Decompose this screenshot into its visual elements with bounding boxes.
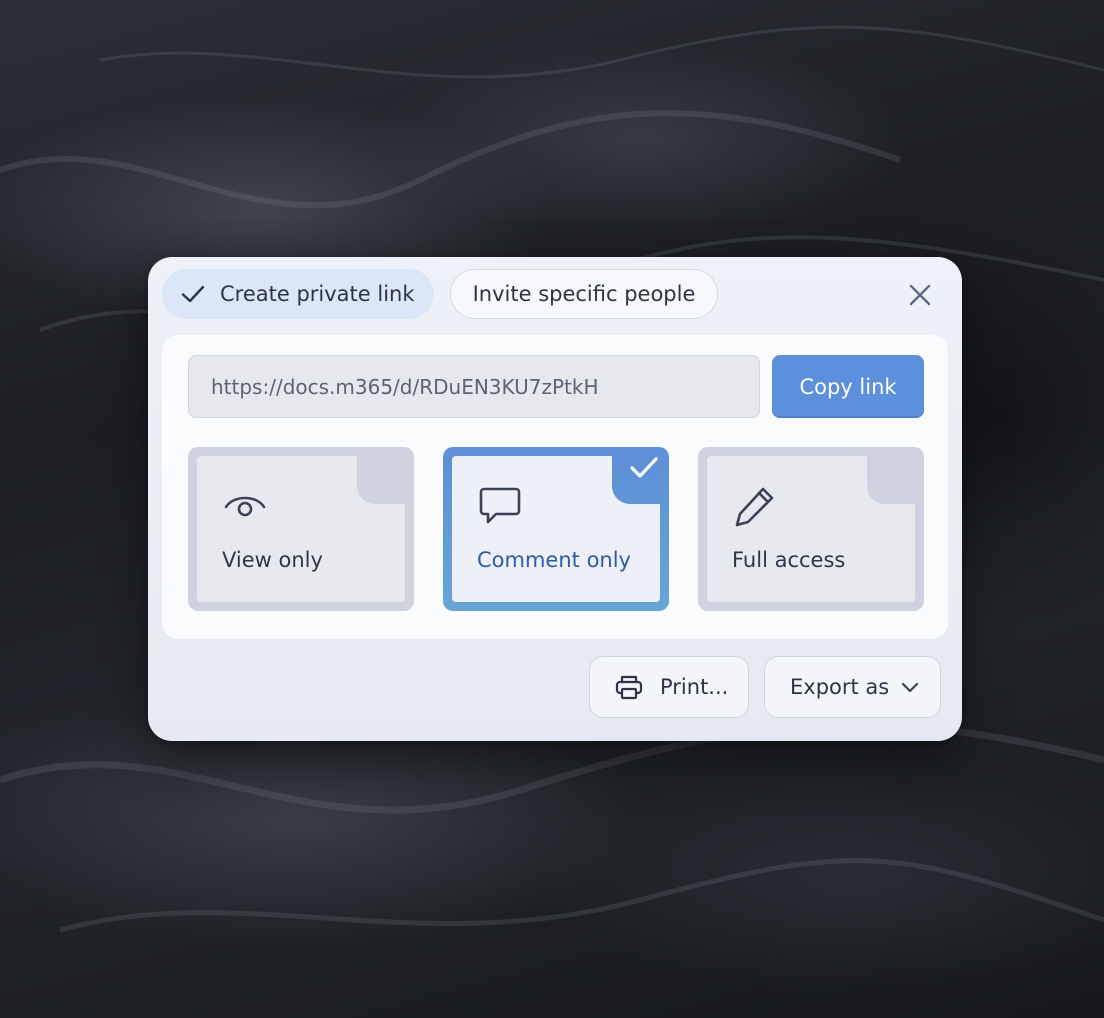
selected-check-icon	[629, 455, 659, 481]
comment-icon	[478, 484, 522, 528]
card-face: Full access	[707, 456, 915, 602]
tab-create-private-link[interactable]: Create private link	[162, 269, 434, 319]
link-url-field[interactable]: https://docs.m365/d/RDuEN3KU7zPtkH	[188, 355, 760, 418]
card-corner-fold	[867, 456, 915, 504]
tab-invite-specific-people[interactable]: Invite specific people	[450, 269, 718, 319]
eye-icon	[223, 484, 267, 528]
copy-link-button[interactable]: Copy link	[772, 355, 924, 418]
access-option-view-only[interactable]: View only	[188, 447, 414, 611]
printer-icon	[614, 674, 644, 700]
card-face: View only	[197, 456, 405, 602]
close-button[interactable]	[902, 277, 938, 313]
export-label: Export as	[790, 675, 890, 699]
print-button[interactable]: Print...	[589, 656, 749, 718]
chevron-down-icon	[901, 681, 919, 693]
copy-link-label: Copy link	[799, 374, 897, 399]
close-icon	[908, 283, 932, 307]
access-option-label: Full access	[732, 548, 846, 572]
link-url-text: https://docs.m365/d/RDuEN3KU7zPtkH	[211, 374, 599, 399]
export-as-dropdown[interactable]: Export as	[764, 656, 941, 718]
card-corner-fold	[357, 456, 405, 504]
link-settings-panel: https://docs.m365/d/RDuEN3KU7zPtkH Copy …	[162, 335, 948, 639]
tab-label: Create private link	[220, 282, 415, 306]
access-option-full-access[interactable]: Full access	[698, 447, 924, 611]
check-icon	[180, 283, 206, 305]
access-option-label: Comment only	[477, 548, 631, 572]
pencil-icon	[733, 484, 777, 528]
tab-label: Invite specific people	[472, 282, 696, 306]
print-label: Print...	[660, 675, 729, 699]
share-dialog: Create private link Invite specific peop…	[148, 257, 962, 741]
access-option-label: View only	[222, 548, 323, 572]
access-option-comment-only[interactable]: Comment only	[443, 447, 669, 611]
